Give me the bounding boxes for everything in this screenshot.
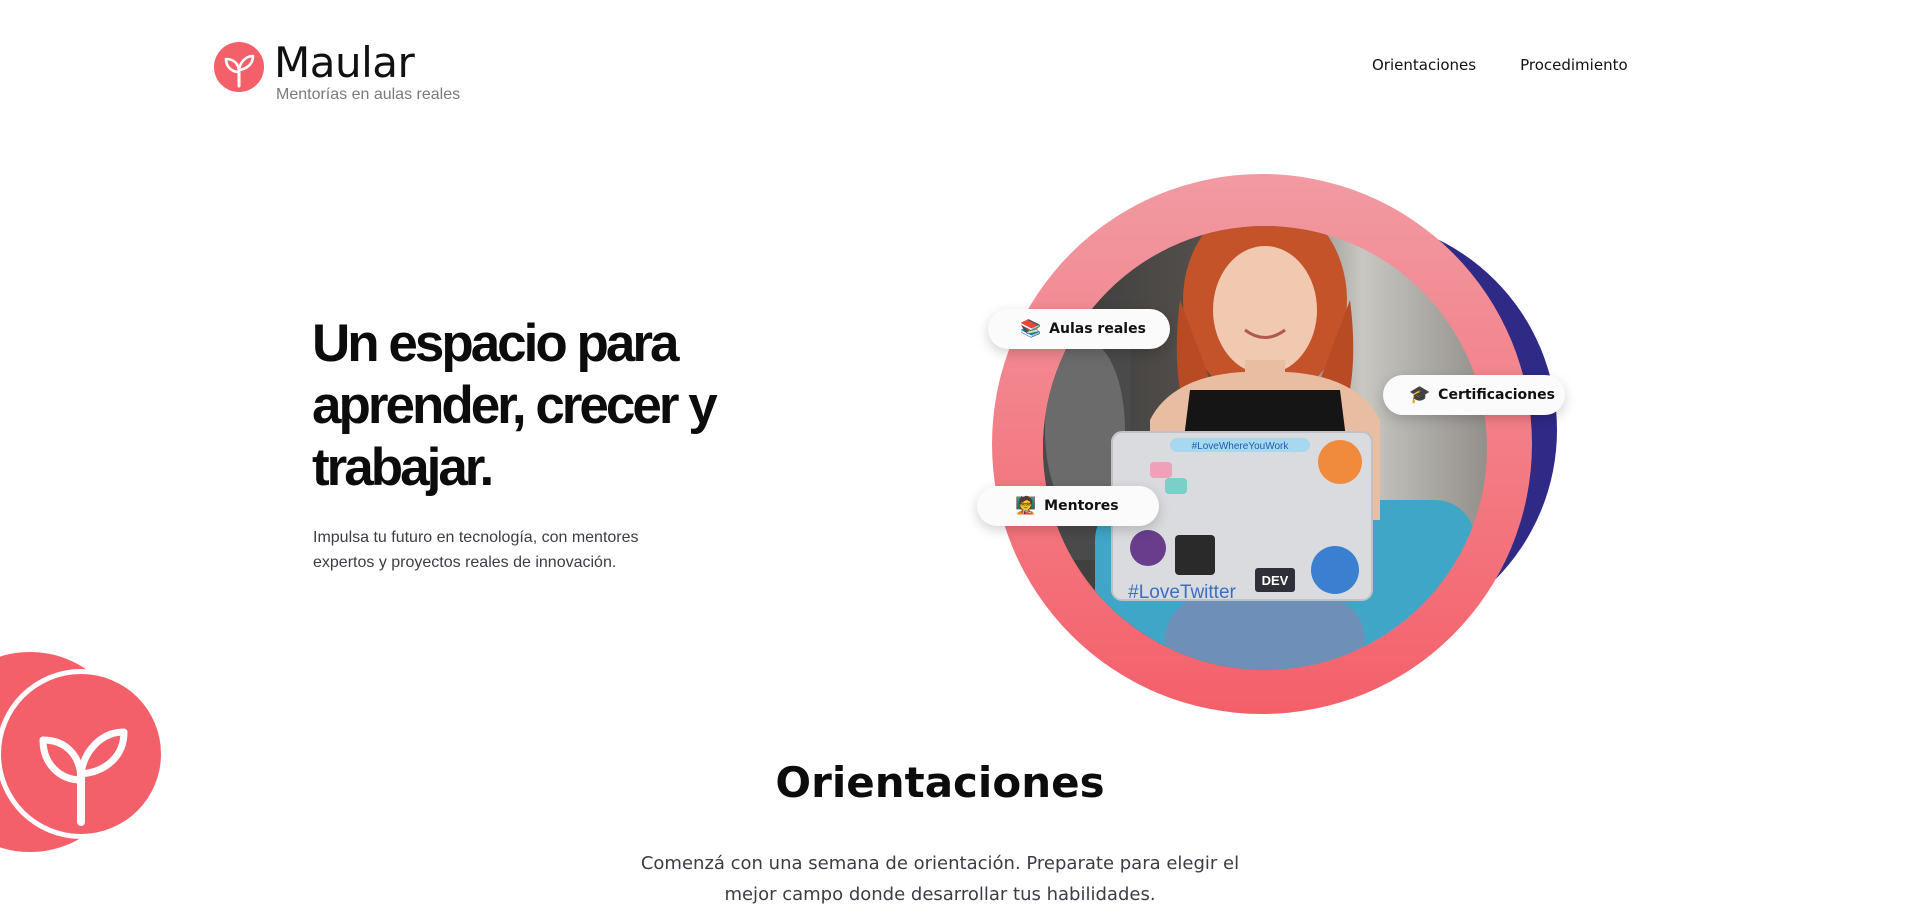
sticker-dev: DEV bbox=[1262, 573, 1289, 588]
brand-tagline: Mentorías en aulas reales bbox=[276, 86, 461, 103]
decorative-sprout-icon bbox=[0, 652, 166, 852]
mentor-photo bbox=[1043, 226, 1487, 670]
main-nav: Orientaciones Procedimiento bbox=[1372, 56, 1672, 74]
section-title: Orientaciones bbox=[775, 758, 1105, 807]
page: Maular Mentorías en aulas reales Orienta… bbox=[0, 0, 1912, 923]
books-icon: 📚 bbox=[1020, 319, 1042, 339]
nav-link-procedimiento[interactable]: Procedimiento bbox=[1520, 56, 1628, 74]
graduation-cap-icon: 🎓 bbox=[1409, 385, 1431, 405]
section-subtitle: Comenzá con una semana de orientación. P… bbox=[640, 853, 1240, 905]
badge-aulas-reales[interactable]: 📚 Aulas reales bbox=[988, 309, 1170, 349]
pink-circle-shape bbox=[992, 174, 1532, 714]
sticker-hashtag-bottom: #LoveTwitter bbox=[1128, 582, 1236, 603]
sticker-hashtag-top: #LoveWhereYouWork bbox=[1192, 441, 1290, 452]
badge-certificaciones[interactable]: 🎓 Certificaciones bbox=[1383, 375, 1565, 415]
brand[interactable]: Maular Mentorías en aulas reales bbox=[214, 40, 460, 104]
teacher-icon: 🧑‍🏫 bbox=[1015, 496, 1037, 516]
badge-label: Aulas reales bbox=[1049, 321, 1146, 337]
navy-circle-shape bbox=[1133, 218, 1557, 642]
badge-label: Mentores bbox=[1044, 498, 1119, 514]
brand-text: Maular Mentorías en aulas reales bbox=[274, 40, 460, 104]
hero-title: Un espacio para aprender, crecer y traba… bbox=[312, 314, 718, 497]
brand-name: Maular bbox=[274, 38, 415, 87]
badge-mentores[interactable]: 🧑‍🏫 Mentores bbox=[977, 486, 1159, 526]
badge-label: Certificaciones bbox=[1438, 387, 1555, 403]
sprout-logo-icon bbox=[214, 42, 264, 92]
hero-subtitle: Impulsa tu futuro en tecnología, con men… bbox=[313, 529, 639, 571]
nav-link-orientaciones[interactable]: Orientaciones bbox=[1372, 56, 1476, 74]
